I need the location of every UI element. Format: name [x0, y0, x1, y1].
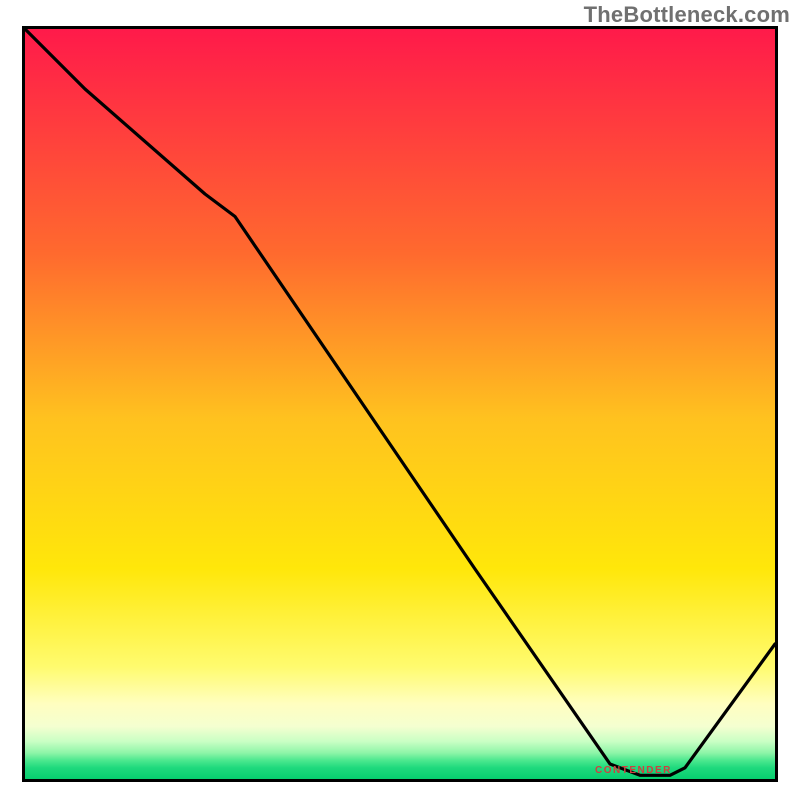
chart-annotation: CONTENDER: [595, 765, 672, 776]
watermark-text: TheBottleneck.com: [584, 2, 790, 28]
chart-line-layer: [25, 29, 775, 779]
series-curve: [25, 29, 775, 775]
chart-frame: CONTENDER: [22, 26, 778, 782]
